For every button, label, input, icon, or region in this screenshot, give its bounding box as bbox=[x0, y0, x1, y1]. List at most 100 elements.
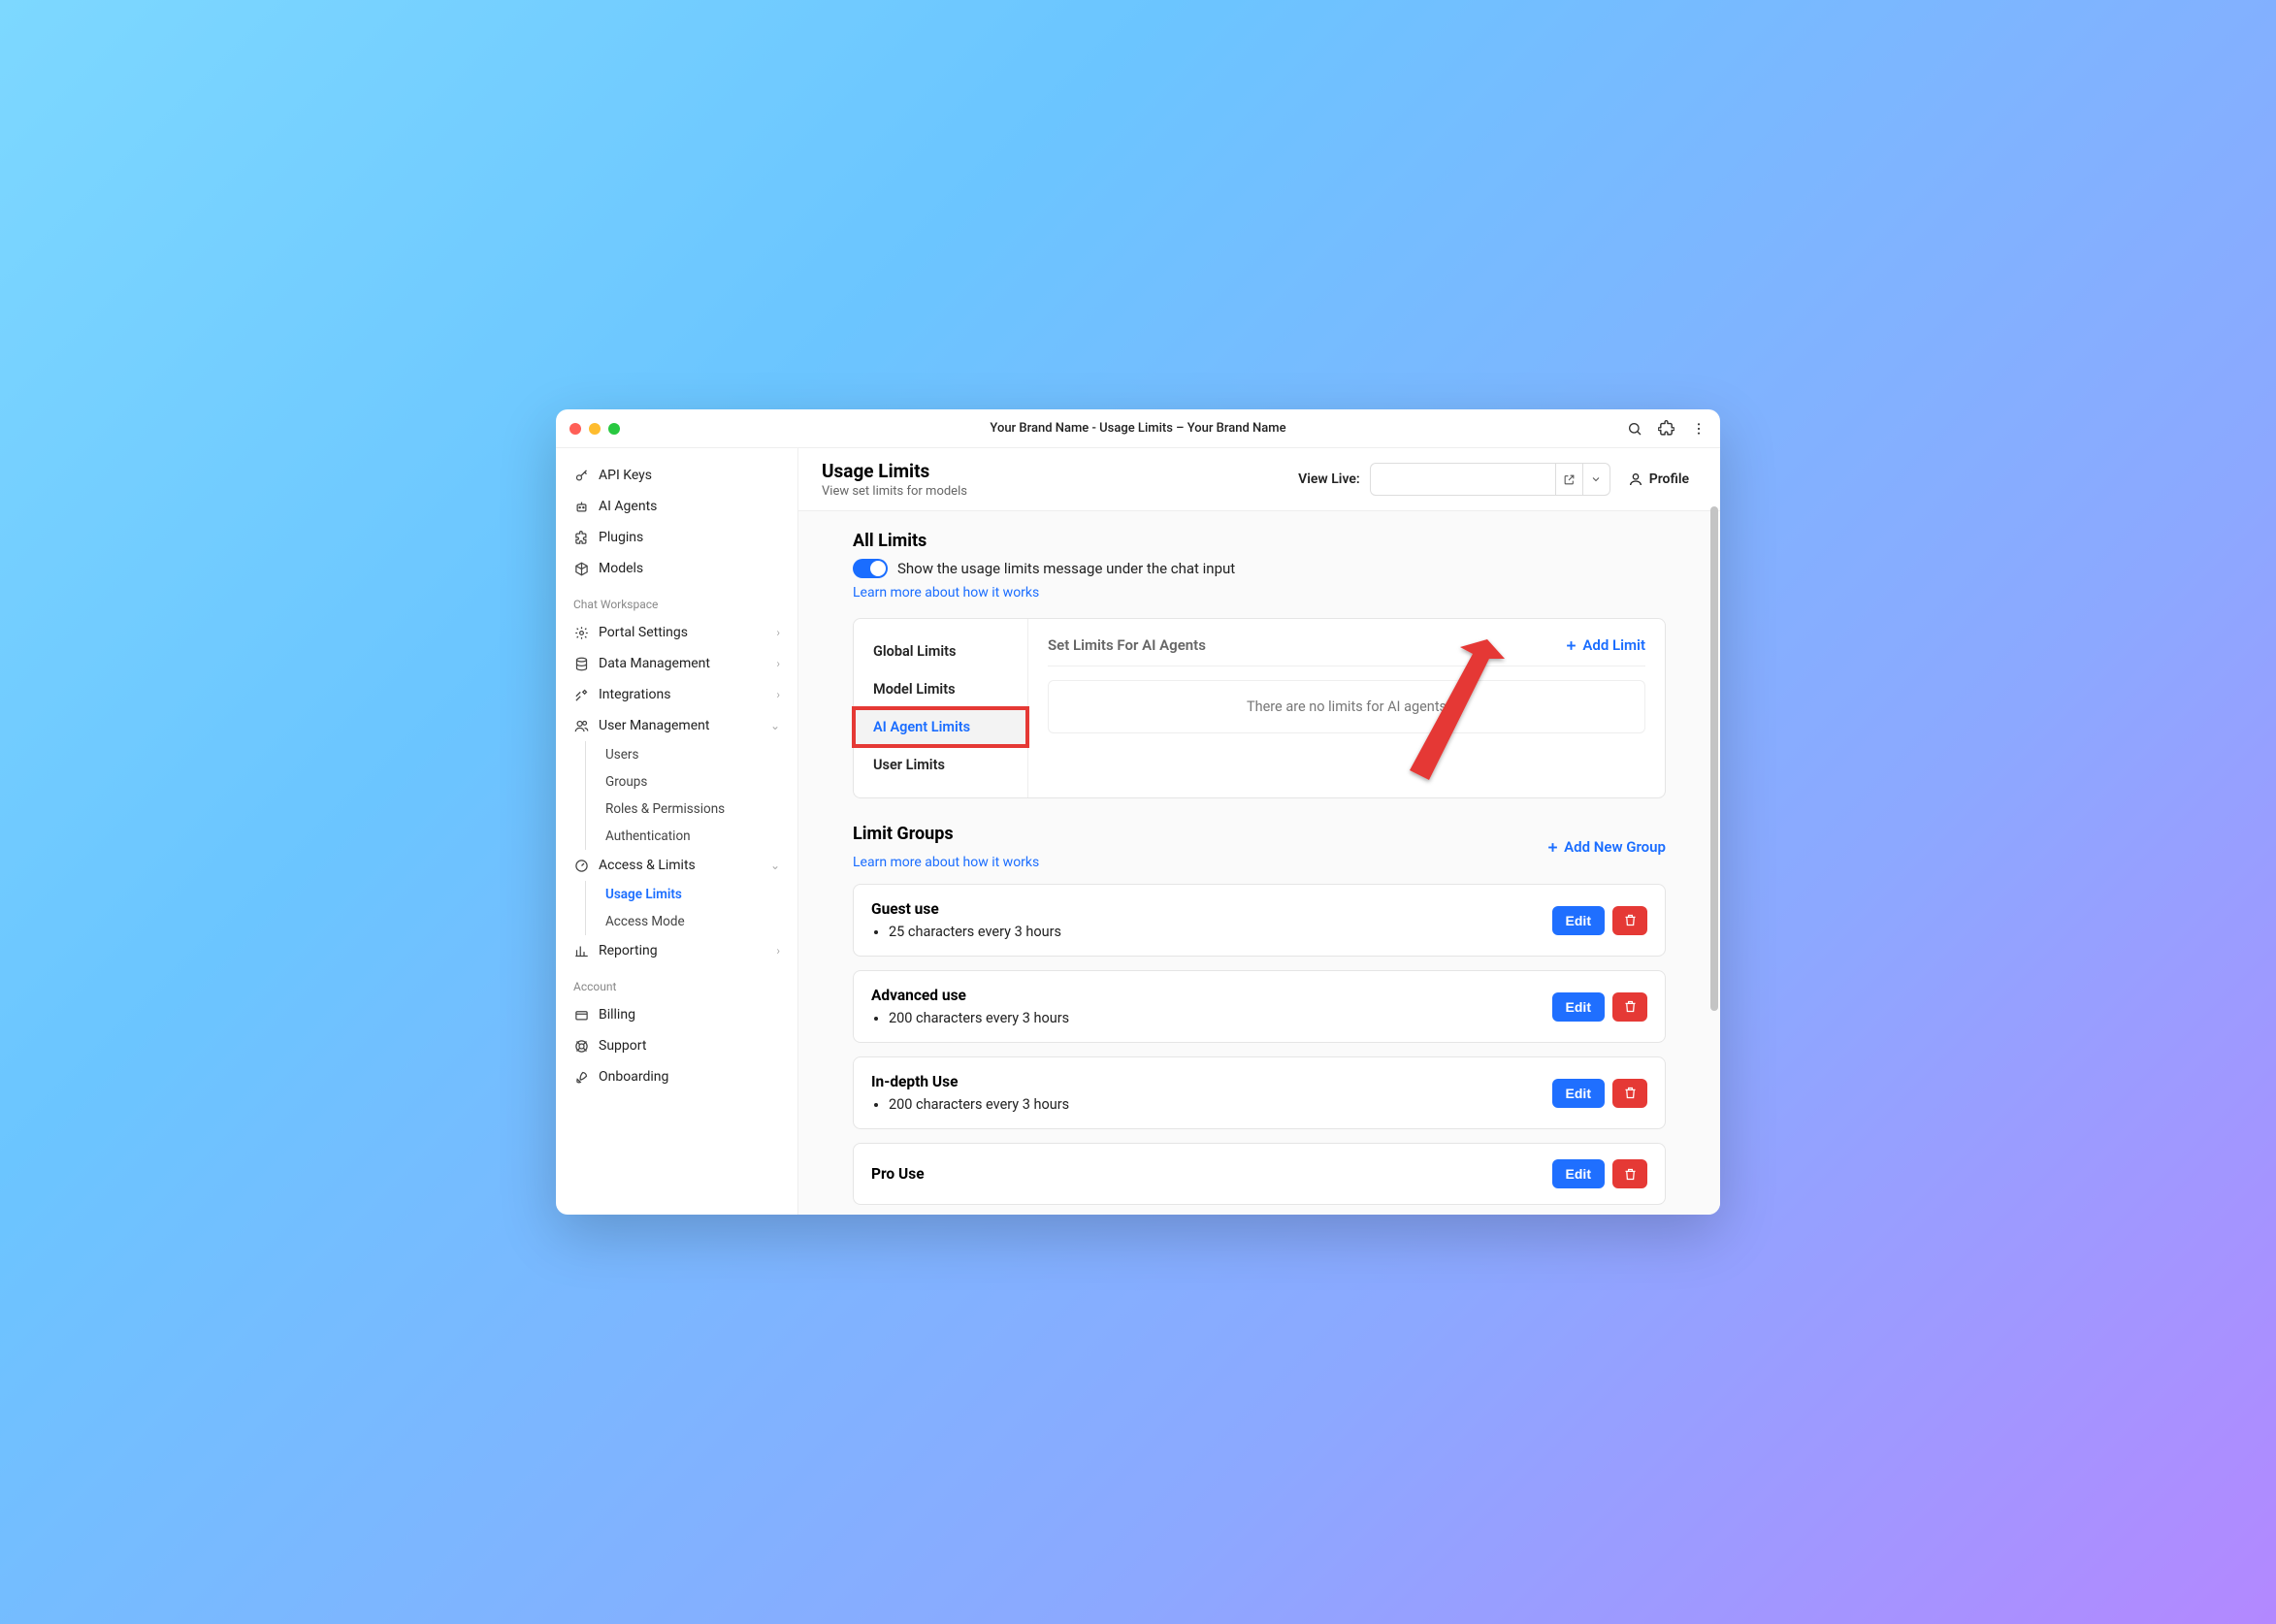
sidebar: API KeysAI AgentsPluginsModels Chat Work… bbox=[556, 448, 798, 1215]
sidebar-item-access-limits[interactable]: Access & Limits⌄ bbox=[564, 850, 790, 881]
toggle-label: Show the usage limits message under the … bbox=[897, 560, 1235, 577]
trash-icon bbox=[1623, 999, 1638, 1014]
edit-group-button[interactable]: Edit bbox=[1552, 1079, 1605, 1108]
window-title: Your Brand Name - Usage Limits – Your Br… bbox=[990, 421, 1285, 436]
sidebar-item-integrations[interactable]: Integrations› bbox=[564, 679, 790, 710]
sidebar-subitem-access-mode[interactable]: Access Mode bbox=[596, 908, 790, 935]
bar-icon bbox=[573, 943, 589, 958]
maximize-window[interactable] bbox=[608, 423, 620, 435]
sidebar-item-plugins[interactable]: Plugins bbox=[564, 522, 790, 553]
group-name: Advanced use bbox=[871, 987, 1069, 1004]
group-rule: 25 characters every 3 hours bbox=[889, 924, 1061, 940]
limits-tab-global-limits[interactable]: Global Limits bbox=[854, 633, 1027, 670]
db-icon bbox=[573, 656, 589, 671]
sidebar-subitem-authentication[interactable]: Authentication bbox=[596, 823, 790, 850]
edit-group-button[interactable]: Edit bbox=[1552, 1159, 1605, 1188]
add-limit-button[interactable]: Add Limit bbox=[1564, 636, 1645, 654]
group-rule: 200 characters every 3 hours bbox=[889, 1010, 1069, 1026]
limits-panel-title: Set Limits For AI Agents bbox=[1048, 636, 1206, 654]
plus-icon bbox=[1545, 840, 1560, 855]
search-icon[interactable] bbox=[1626, 420, 1642, 437]
sidebar-section-label: Account bbox=[564, 966, 790, 999]
page-title: Usage Limits bbox=[822, 460, 967, 482]
sidebar-item-user-management[interactable]: User Management⌄ bbox=[564, 710, 790, 741]
close-window[interactable] bbox=[569, 423, 581, 435]
gauge-icon bbox=[573, 858, 589, 873]
plus-icon bbox=[1564, 638, 1578, 653]
rocket-icon bbox=[573, 1069, 589, 1085]
sidebar-item-portal-settings[interactable]: Portal Settings› bbox=[564, 617, 790, 648]
limit-group-card: Guest use 25 characters every 3 hours Ed… bbox=[853, 884, 1666, 957]
scrollbar-thumb[interactable] bbox=[1710, 506, 1718, 1011]
delete-group-button[interactable] bbox=[1612, 992, 1647, 1022]
limits-card: Global LimitsModel LimitsAI Agent Limits… bbox=[853, 618, 1666, 798]
limits-tab-model-limits[interactable]: Model Limits bbox=[854, 670, 1027, 708]
chevron-right-icon: › bbox=[776, 688, 780, 701]
sidebar-item-api-keys[interactable]: API Keys bbox=[564, 460, 790, 491]
add-new-group-button[interactable]: Add New Group bbox=[1545, 838, 1666, 856]
limit-group-card: Pro Use Edit bbox=[853, 1143, 1666, 1205]
page-subtitle: View set limits for models bbox=[822, 484, 967, 499]
card-icon bbox=[573, 1007, 589, 1023]
learn-more-link[interactable]: Learn more about how it works bbox=[853, 585, 1039, 601]
app-window: Your Brand Name - Usage Limits – Your Br… bbox=[556, 409, 1720, 1215]
sidebar-item-ai-agents[interactable]: AI Agents bbox=[564, 491, 790, 522]
profile-button[interactable]: Profile bbox=[1620, 468, 1697, 491]
limits-tab-user-limits[interactable]: User Limits bbox=[854, 746, 1027, 784]
view-live-label: View Live: bbox=[1298, 471, 1360, 487]
user-icon bbox=[1628, 471, 1643, 487]
sidebar-subitem-groups[interactable]: Groups bbox=[596, 768, 790, 796]
sidebar-subitem-users[interactable]: Users bbox=[596, 741, 790, 768]
sidebar-item-data-management[interactable]: Data Management› bbox=[564, 648, 790, 679]
chevron-right-icon: › bbox=[776, 944, 780, 958]
sidebar-subitem-usage-limits[interactable]: Usage Limits bbox=[596, 881, 790, 908]
group-rule: 200 characters every 3 hours bbox=[889, 1096, 1069, 1113]
group-name: Pro Use bbox=[871, 1165, 925, 1183]
delete-group-button[interactable] bbox=[1612, 906, 1647, 935]
edit-group-button[interactable]: Edit bbox=[1552, 992, 1605, 1022]
delete-group-button[interactable] bbox=[1612, 1159, 1647, 1188]
traffic-lights bbox=[569, 423, 620, 435]
trash-icon bbox=[1623, 913, 1638, 927]
open-external-icon[interactable] bbox=[1555, 464, 1582, 495]
minimize-window[interactable] bbox=[589, 423, 601, 435]
life-icon bbox=[573, 1038, 589, 1054]
all-limits-title: All Limits bbox=[853, 531, 1666, 551]
sidebar-item-reporting[interactable]: Reporting› bbox=[564, 935, 790, 966]
limit-group-card: In-depth Use 200 characters every 3 hour… bbox=[853, 1056, 1666, 1129]
page-header: Usage Limits View set limits for models … bbox=[798, 448, 1720, 511]
view-live-select[interactable] bbox=[1370, 463, 1610, 496]
main-area: Usage Limits View set limits for models … bbox=[798, 448, 1720, 1215]
show-message-toggle[interactable] bbox=[853, 559, 888, 578]
key-icon bbox=[573, 468, 589, 483]
chevron-down-icon: ⌄ bbox=[770, 859, 780, 872]
edit-group-button[interactable]: Edit bbox=[1552, 906, 1605, 935]
sidebar-item-models[interactable]: Models bbox=[564, 553, 790, 584]
tools-icon bbox=[573, 687, 589, 702]
content-scroll[interactable]: All Limits Show the usage limits message… bbox=[798, 511, 1720, 1215]
chevron-right-icon: › bbox=[776, 626, 780, 639]
users-icon bbox=[573, 718, 589, 733]
delete-group-button[interactable] bbox=[1612, 1079, 1647, 1108]
sidebar-subitem-roles-permissions[interactable]: Roles & Permissions bbox=[596, 796, 790, 823]
sidebar-item-onboarding[interactable]: Onboarding bbox=[564, 1061, 790, 1092]
titlebar: Your Brand Name - Usage Limits – Your Br… bbox=[556, 409, 1720, 448]
empty-state: There are no limits for AI agents bbox=[1048, 680, 1645, 733]
gear-icon bbox=[573, 625, 589, 640]
sidebar-item-billing[interactable]: Billing bbox=[564, 999, 790, 1030]
scrollbar[interactable] bbox=[1710, 506, 1718, 1205]
more-icon[interactable] bbox=[1690, 420, 1707, 437]
sidebar-section-label: Chat Workspace bbox=[564, 584, 790, 617]
chevron-right-icon: › bbox=[776, 657, 780, 670]
extension-icon[interactable] bbox=[1658, 420, 1674, 437]
chevron-down-icon[interactable] bbox=[1582, 464, 1609, 495]
limit-groups-title: Limit Groups bbox=[853, 824, 1039, 844]
limit-group-card: Advanced use 200 characters every 3 hour… bbox=[853, 970, 1666, 1043]
limits-body: Set Limits For AI Agents Add Limit There… bbox=[1028, 619, 1665, 797]
limits-tab-ai-agent-limits[interactable]: AI Agent Limits bbox=[854, 708, 1027, 746]
group-name: In-depth Use bbox=[871, 1073, 1069, 1090]
limits-tabs: Global LimitsModel LimitsAI Agent Limits… bbox=[854, 619, 1028, 797]
sidebar-item-support[interactable]: Support bbox=[564, 1030, 790, 1061]
puzzle-icon bbox=[573, 530, 589, 545]
learn-more-groups-link[interactable]: Learn more about how it works bbox=[853, 855, 1039, 870]
